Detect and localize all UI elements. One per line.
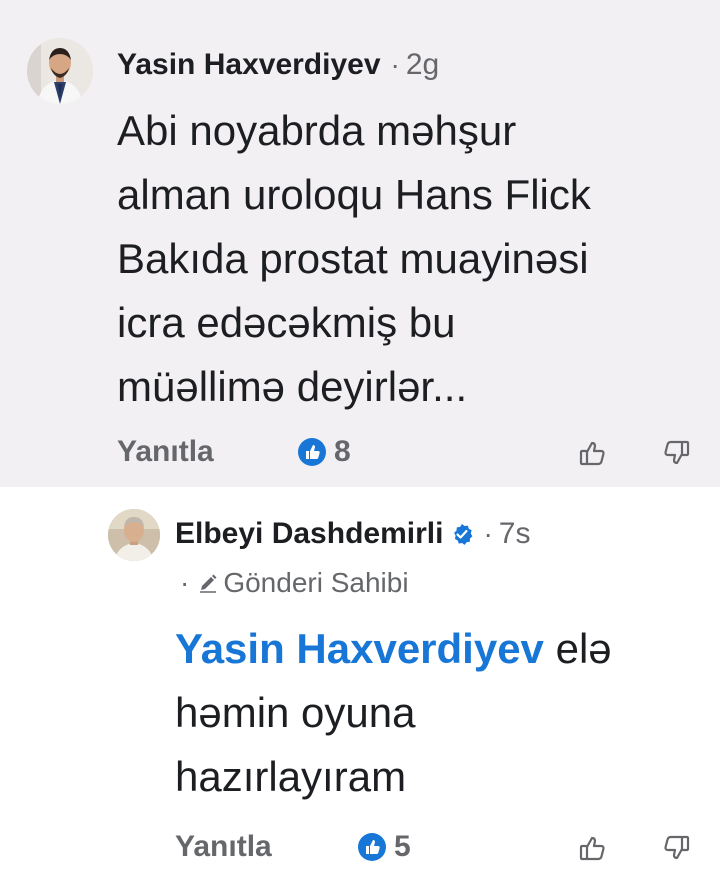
thumbs-up-outline-icon[interactable] bbox=[577, 832, 609, 864]
comment-line: həmin oyuna bbox=[175, 689, 416, 736]
author-name[interactable]: Elbeyi Dashdemirli bbox=[175, 517, 443, 551]
avatar[interactable] bbox=[27, 38, 93, 104]
comment-actions: Yanıtla 8 bbox=[0, 427, 720, 477]
timestamp[interactable]: 2g bbox=[406, 48, 439, 82]
comment-line: Bakıda prostat muayinəsi bbox=[117, 235, 589, 282]
comment-body: Abi noyabrda məhşur alman uroloqu Hans F… bbox=[117, 99, 707, 419]
author-badge-label: Gönderi Sahibi bbox=[223, 567, 409, 598]
reply-button[interactable]: Yanıtla bbox=[117, 435, 214, 469]
comment-yasin: Yasin Haxverdiyev · 2g Abi noyabrda məhş… bbox=[0, 0, 720, 487]
comment-body: Yasin Haxverdiyev elə həmin oyuna hazırl… bbox=[175, 617, 695, 809]
reaction-count: 5 bbox=[394, 830, 411, 863]
pencil-icon bbox=[197, 572, 219, 594]
thumbs-up-badge-icon bbox=[358, 833, 386, 861]
comment-line: Abi noyabrda məhşur bbox=[117, 107, 517, 154]
comment-header: Yasin Haxverdiyev · 2g bbox=[117, 48, 439, 82]
avatar[interactable] bbox=[108, 509, 160, 561]
comment-header: Elbeyi Dashdemirli · 7s bbox=[175, 517, 530, 551]
thumbs-up-outline-icon[interactable] bbox=[577, 437, 609, 469]
mention-link[interactable]: Yasin Haxverdiyev bbox=[175, 625, 544, 672]
thumbs-down-outline-icon[interactable] bbox=[660, 437, 692, 469]
comment-line: hazırlayıram bbox=[175, 753, 407, 800]
comment-line: alman uroloqu Hans Flick bbox=[117, 171, 591, 218]
comment-line: Yasin Haxverdiyev elə bbox=[175, 617, 695, 681]
author-badge: · Gönderi Sahibi bbox=[180, 567, 409, 599]
comment-actions: Yanıtla 5 bbox=[0, 822, 720, 872]
verified-badge-icon bbox=[451, 523, 473, 545]
thumbs-down-outline-icon[interactable] bbox=[660, 832, 692, 864]
avatar-image bbox=[108, 509, 160, 561]
avatar-image bbox=[27, 38, 93, 104]
comment-line-text: elə bbox=[555, 625, 612, 672]
author-name[interactable]: Yasin Haxverdiyev bbox=[117, 48, 381, 82]
header-separator: · bbox=[390, 49, 400, 80]
header-separator: · bbox=[483, 518, 493, 549]
badge-separator: · bbox=[180, 567, 190, 598]
comment-line: müəllimə deyirlər... bbox=[117, 363, 468, 410]
reaction-count: 8 bbox=[334, 435, 351, 468]
comment-elbeyi: Elbeyi Dashdemirli · 7s · Gönderi Sahibi… bbox=[0, 487, 720, 877]
thumbs-up-badge-icon bbox=[298, 438, 326, 466]
comment-line: icra edəcəkmiş bu bbox=[117, 299, 456, 346]
reaction-summary[interactable]: 8 bbox=[298, 435, 351, 469]
reaction-summary[interactable]: 5 bbox=[358, 830, 411, 864]
timestamp[interactable]: 7s bbox=[499, 517, 531, 551]
reply-button[interactable]: Yanıtla bbox=[175, 830, 272, 864]
